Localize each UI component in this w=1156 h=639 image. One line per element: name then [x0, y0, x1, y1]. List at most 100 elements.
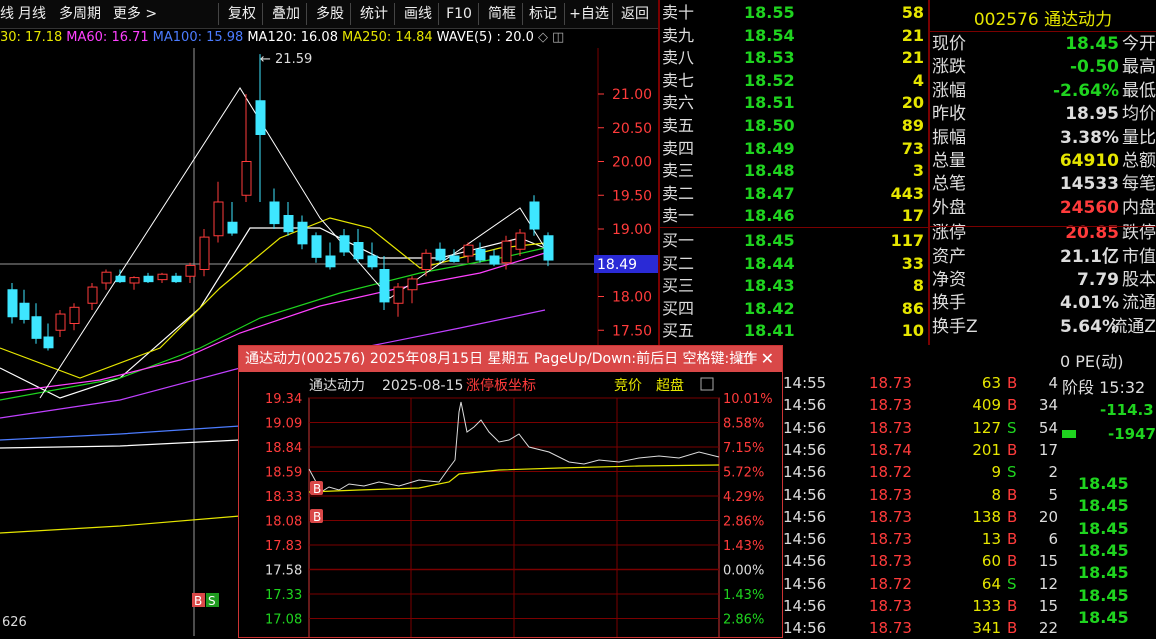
- candle-body[interactable]: [7, 289, 18, 318]
- ask-row: 卖二 18.47 443: [662, 182, 926, 205]
- candle-body[interactable]: [339, 235, 350, 253]
- popup-percent-tick: 2.86%: [723, 515, 764, 530]
- toolbar-button-7[interactable]: 统计: [350, 3, 397, 25]
- tick-row[interactable]: 14:55 18.73 63 B 4: [781, 372, 1061, 394]
- order-volume: 21: [901, 25, 924, 45]
- tick-row[interactable]: 14:56 18.73 138 B 20: [781, 506, 1061, 528]
- quote-label-right: 流通: [1122, 293, 1156, 314]
- tick-row[interactable]: 14:56 18.73 133 B 15: [781, 595, 1061, 617]
- toolbar-button-1[interactable]: 月线: [14, 3, 50, 25]
- candle-body[interactable]: [199, 236, 210, 271]
- tick-volume: 60: [981, 552, 1001, 571]
- toolbar-button-13[interactable]: 返回: [612, 3, 657, 25]
- after-hours-button[interactable]: 超盘: [656, 377, 684, 394]
- order-book-separator: [660, 227, 928, 228]
- tick-row[interactable]: 14:56 18.73 60 B 15: [781, 550, 1061, 572]
- candle-body[interactable]: [421, 252, 432, 271]
- candle-body[interactable]: [529, 201, 540, 230]
- maximize-icon[interactable]: ☐: [739, 346, 752, 372]
- ask-row: 卖五 18.50 89: [662, 114, 926, 137]
- auction-button[interactable]: 竞价: [614, 377, 642, 394]
- tick-row[interactable]: 14:56 18.73 409 B 34: [781, 394, 1061, 416]
- candle-body[interactable]: [55, 313, 66, 331]
- toolbar-button-2[interactable]: 多周期: [54, 3, 106, 25]
- toolbar-button-10[interactable]: 简框: [478, 3, 525, 25]
- candle-body[interactable]: [19, 302, 30, 320]
- candle-body[interactable]: [87, 286, 98, 304]
- toolbar-button-12[interactable]: +自选: [564, 3, 613, 25]
- toolbar-button-4[interactable]: 复权: [218, 3, 265, 25]
- candle-body[interactable]: [227, 221, 238, 234]
- toolbar-button-11[interactable]: 标记: [522, 3, 563, 25]
- toolbar-button-5[interactable]: 叠加: [262, 3, 309, 25]
- popup-title-bar[interactable]: 通达动力(002576) 2025年08月15日 星期五 PageUp/Down…: [239, 346, 782, 372]
- candle-body[interactable]: [367, 255, 378, 268]
- stock-code-name: 002576 通达动力: [973, 10, 1113, 30]
- candle-body[interactable]: [325, 255, 336, 268]
- tick-list[interactable]: 14:55 18.73 63 B 4 14:56 18.73 409 B 34 14:56 18.73…: [781, 372, 1061, 637]
- toolbar-button-8[interactable]: 画线: [394, 3, 441, 25]
- tick-volume: 64: [981, 574, 1001, 593]
- quote-row: 涨跌 -0.50 最高: [932, 56, 1156, 79]
- candle-body[interactable]: [463, 244, 474, 257]
- candle-body[interactable]: [241, 161, 252, 196]
- popup-percent-tick: 10.01%: [723, 392, 773, 407]
- tick-row[interactable]: 14:56 18.72 9 S 2: [781, 461, 1061, 483]
- candle-body[interactable]: [129, 277, 140, 284]
- popup-date: 2025-08-15: [382, 378, 463, 394]
- candle-body[interactable]: [501, 240, 512, 264]
- candle-body[interactable]: [213, 201, 224, 237]
- candle-body[interactable]: [115, 275, 126, 283]
- candle-body[interactable]: [393, 286, 404, 304]
- candle-body[interactable]: [283, 215, 294, 233]
- candle-body[interactable]: [543, 235, 554, 261]
- volume-label: 626: [2, 615, 27, 630]
- toolbar-button-0[interactable]: 线: [0, 3, 14, 25]
- candle-body[interactable]: [69, 306, 80, 324]
- candle-body[interactable]: [143, 275, 154, 283]
- candle-body[interactable]: [379, 269, 390, 303]
- candle-body[interactable]: [43, 336, 54, 349]
- close-icon[interactable]: ✕: [761, 346, 774, 372]
- candle-body[interactable]: [435, 248, 446, 261]
- tick-volume: 63: [981, 374, 1001, 392]
- quote-label-right: 内盘: [1122, 197, 1156, 218]
- candle-body[interactable]: [185, 264, 196, 277]
- candle-body[interactable]: [269, 201, 280, 225]
- candle-body[interactable]: [407, 278, 418, 291]
- candle-body[interactable]: [101, 271, 112, 284]
- tick-row[interactable]: 14:56 18.73 127 S 54: [781, 417, 1061, 439]
- tick-price: 18.74: [869, 440, 912, 459]
- intraday-chart[interactable]: 通达动力 2025-08-15 涨停板坐标 竞价 超盘 19.34 10.01% 19.09 8…: [239, 372, 782, 637]
- candle-body[interactable]: [171, 275, 182, 283]
- order-volume: 17: [901, 206, 924, 226]
- quote-value: 18.45: [1065, 34, 1119, 54]
- tick-row[interactable]: 14:56 18.74 201 B 17: [781, 439, 1061, 461]
- order-price: 18.47: [744, 183, 795, 203]
- candle-body[interactable]: [449, 255, 460, 262]
- candle-body[interactable]: [297, 221, 308, 245]
- stage-label: 阶段 15:32: [1062, 378, 1146, 397]
- bs-mark: B: [194, 594, 202, 608]
- bid-row: 买五 18.41 10: [662, 319, 926, 342]
- candle-body[interactable]: [311, 235, 322, 258]
- candle-body[interactable]: [255, 100, 266, 135]
- candle-body[interactable]: [515, 232, 526, 250]
- toolbar-button-3[interactable]: 更多 >: [110, 3, 160, 25]
- toolbar-button-9[interactable]: F10: [438, 3, 479, 25]
- candle-body[interactable]: [489, 255, 500, 265]
- candle-body[interactable]: [31, 316, 42, 339]
- candle-body[interactable]: [157, 273, 168, 281]
- intraday-popup[interactable]: 通达动力(002576) 2025年08月15日 星期五 PageUp/Down…: [238, 345, 783, 638]
- candle-body[interactable]: [353, 242, 364, 260]
- toolbar-button-6[interactable]: 多股: [306, 3, 353, 25]
- quote-value: 21.1亿: [1060, 246, 1119, 267]
- quote-label-right: 最低: [1122, 80, 1156, 101]
- order-price: 18.50: [744, 116, 795, 135]
- candle-body[interactable]: [475, 248, 486, 261]
- tick-row[interactable]: 14:56 18.73 8 B 5: [781, 484, 1061, 506]
- tick-row[interactable]: 14:56 18.73 13 B 6: [781, 528, 1061, 550]
- order-price: 18.45: [744, 231, 795, 250]
- quote-label-right: 最高: [1122, 57, 1156, 78]
- tick-row[interactable]: 14:56 18.72 64 S 12: [781, 573, 1061, 595]
